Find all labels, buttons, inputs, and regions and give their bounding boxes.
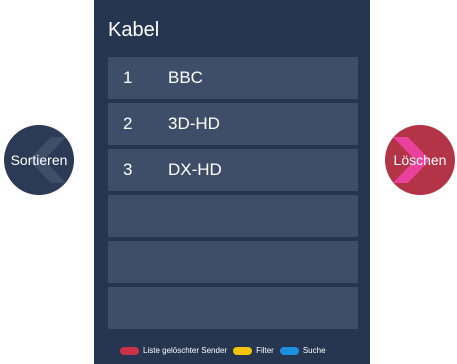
- channel-row[interactable]: 1 BBC: [108, 57, 358, 99]
- legend-filter: Filter: [233, 346, 274, 355]
- legend-search: Suche: [279, 346, 326, 355]
- delete-button-label: Löschen: [393, 152, 447, 168]
- channel-row-empty[interactable]: [108, 195, 358, 237]
- channel-name: BBC: [168, 68, 203, 87]
- channel-row-empty[interactable]: [108, 241, 358, 283]
- channel-list-panel: Kabel 1 BBC 2 3D-HD 3 DX-HD Liste gelösc…: [94, 0, 370, 364]
- channel-number: 2: [123, 114, 133, 133]
- channel-list: 1 BBC 2 3D-HD 3 DX-HD: [108, 57, 358, 333]
- blue-key-icon: [279, 346, 299, 355]
- channel-number: 3: [123, 160, 133, 179]
- channel-number: 1: [123, 68, 133, 87]
- sort-button[interactable]: Sortieren: [4, 125, 74, 195]
- red-key-icon: [120, 346, 139, 355]
- panel-title: Kabel: [108, 19, 160, 41]
- yellow-key-icon: [233, 346, 253, 355]
- delete-button[interactable]: Löschen: [385, 125, 455, 195]
- channel-name: 3D-HD: [168, 114, 220, 133]
- screen: Sortieren Kabel 1 BBC 2 3D-HD 3 DX-HD Li…: [0, 0, 457, 364]
- channel-row-empty[interactable]: [108, 287, 358, 329]
- sort-button-label: Sortieren: [10, 152, 68, 168]
- legend-label: Suche: [302, 346, 326, 355]
- color-key-legend: Liste gelöschter Sender Filter Suche: [120, 346, 332, 355]
- legend-deleted-list: Liste gelöschter Sender: [120, 346, 227, 355]
- channel-row[interactable]: 2 3D-HD: [108, 103, 358, 145]
- channel-name: DX-HD: [168, 160, 222, 179]
- legend-label: Filter: [256, 346, 274, 355]
- channel-row[interactable]: 3 DX-HD: [108, 149, 358, 191]
- legend-label: Liste gelöschter Sender: [143, 346, 228, 355]
